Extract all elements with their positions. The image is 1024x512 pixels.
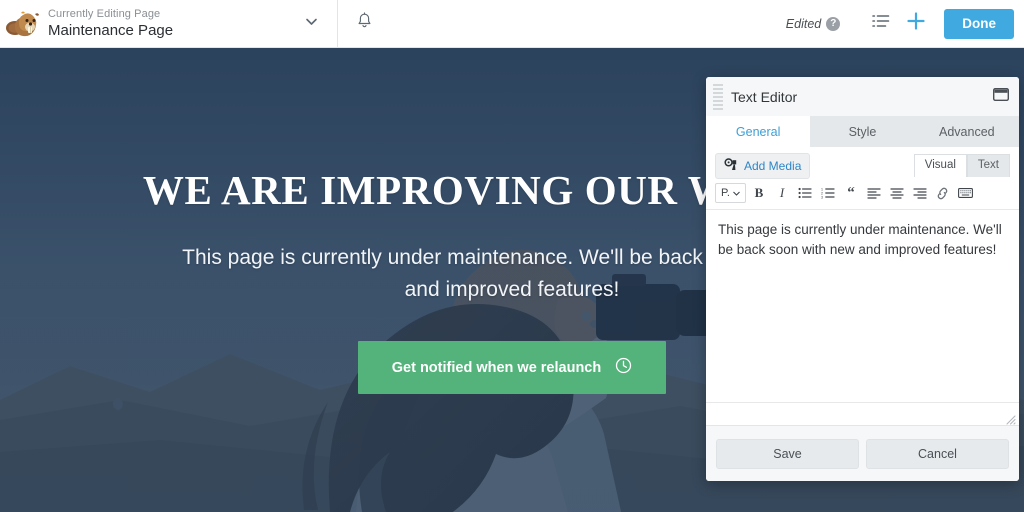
toolbar-toggle-button[interactable] <box>956 183 976 203</box>
panel-header[interactable]: Text Editor <box>706 77 1019 116</box>
align-left-button[interactable] <box>864 183 884 203</box>
edited-status: Edited ? <box>785 16 841 31</box>
drag-handle-icon[interactable] <box>713 83 723 110</box>
clock-icon <box>615 357 632 378</box>
insert-link-button[interactable] <box>933 183 953 203</box>
paragraph-format-label: P. <box>721 187 730 199</box>
editor-content-area[interactable]: This page is currently under maintenance… <box>706 210 1019 402</box>
restore-window-icon[interactable] <box>992 87 1009 101</box>
bold-button[interactable]: B <box>749 183 769 203</box>
editor-view-toggle: Visual Text <box>913 153 1010 178</box>
editor-top-toolbar: Add Media Visual Text <box>706 147 1019 181</box>
page-title: Maintenance Page <box>48 21 174 39</box>
chevron-down-icon <box>304 14 319 34</box>
topbar-right-group: Edited ? Done <box>786 0 1024 47</box>
align-right-button[interactable] <box>910 183 930 203</box>
align-center-button[interactable] <box>887 183 907 203</box>
add-media-label: Add Media <box>744 158 802 173</box>
plus-icon <box>905 10 927 37</box>
page-selector-toggle[interactable] <box>285 0 337 47</box>
paragraph-format-select[interactable]: P. <box>715 183 746 203</box>
get-notified-button[interactable]: Get notified when we relaunch <box>357 341 667 394</box>
add-media-button[interactable]: Add Media <box>715 152 811 179</box>
resize-grip-icon[interactable] <box>1006 412 1016 425</box>
italic-button[interactable]: I <box>772 183 792 203</box>
notifications-button[interactable] <box>338 0 390 47</box>
editor-paragraph: This page is currently under maintenance… <box>718 222 1002 257</box>
bulleted-list-button[interactable] <box>795 183 815 203</box>
outline-panel-button[interactable] <box>862 6 898 42</box>
beaver-builder-editor-screen: Currently Editing Page Maintenance Page <box>0 0 1024 512</box>
panel-body: Add Media Visual Text P. B I 1 2 3 “ Thi… <box>706 147 1019 425</box>
svg-text:3: 3 <box>821 195 823 199</box>
save-button[interactable]: Save <box>716 438 859 469</box>
panel-title: Text Editor <box>731 88 798 105</box>
tab-general[interactable]: General <box>706 116 811 147</box>
admin-topbar: Currently Editing Page Maintenance Page <box>0 0 1024 48</box>
panel-footer: Save Cancel <box>706 425 1019 481</box>
editor-format-toolbar: P. B I 1 2 3 “ <box>706 181 1019 210</box>
done-button[interactable]: Done <box>944 8 1014 39</box>
visual-tab[interactable]: Visual <box>913 153 967 178</box>
beaver-logo-icon[interactable] <box>6 8 40 40</box>
bell-icon <box>356 12 373 35</box>
editing-context-label: Currently Editing Page <box>48 8 161 21</box>
tab-advanced[interactable]: Advanced <box>914 116 1019 147</box>
editor-statusbar <box>706 402 1019 425</box>
text-tab[interactable]: Text <box>966 153 1010 178</box>
topbar-left-group: Currently Editing Page Maintenance Page <box>0 0 173 47</box>
text-editor-settings-panel: Text Editor General Style Advanced Add M… <box>706 77 1019 481</box>
tab-style[interactable]: Style <box>810 116 915 147</box>
outline-list-icon <box>871 13 890 34</box>
page-meta: Currently Editing Page Maintenance Page <box>48 8 173 39</box>
media-camera-icon <box>724 157 738 174</box>
cancel-button[interactable]: Cancel <box>866 438 1009 469</box>
add-content-button[interactable] <box>898 6 934 42</box>
edited-label: Edited <box>785 16 822 31</box>
panel-tabs: General Style Advanced <box>706 116 1019 147</box>
blockquote-button[interactable]: “ <box>841 183 861 203</box>
cta-label: Get notified when we relaunch <box>391 359 602 376</box>
chevron-down-icon <box>733 187 740 199</box>
numbered-list-button[interactable]: 1 2 3 <box>818 183 838 203</box>
question-mark-icon[interactable]: ? <box>826 16 841 31</box>
